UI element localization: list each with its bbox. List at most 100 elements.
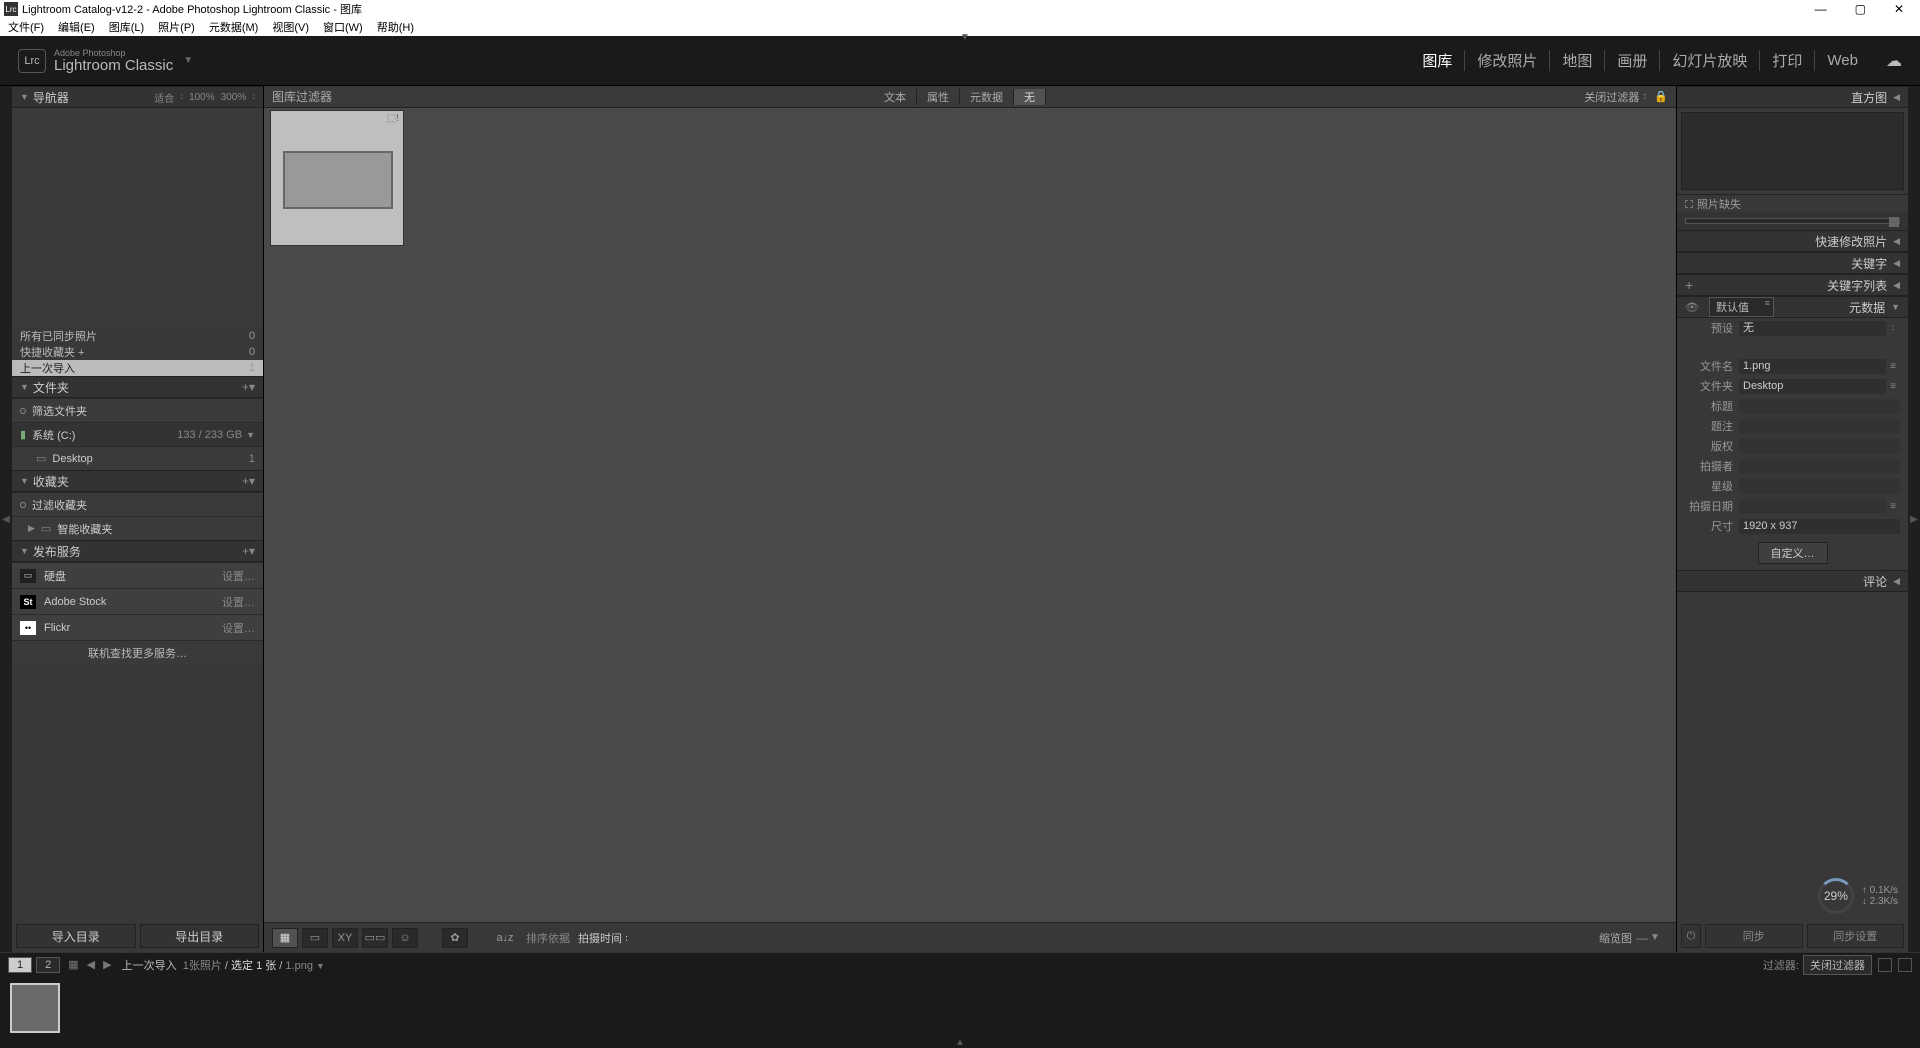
panel-collapse-bottom-icon[interactable]: ▲ xyxy=(0,1040,1920,1048)
module-map[interactable]: 地图 xyxy=(1550,50,1605,71)
folders-header[interactable]: ▼ 文件夹 +▾ xyxy=(12,376,263,398)
menu-library[interactable]: 图库(L) xyxy=(105,19,148,35)
metadata-field-value[interactable] xyxy=(1739,399,1900,414)
module-web[interactable]: Web xyxy=(1815,52,1870,69)
sync-settings-button[interactable]: 同步设置 xyxy=(1807,924,1905,948)
metadata-field-value[interactable]: 1920 x 937 xyxy=(1739,519,1900,534)
menu-help[interactable]: 帮助(H) xyxy=(373,19,418,35)
publish-setup-link[interactable]: 设置… xyxy=(222,568,255,584)
customize-button[interactable]: 自定义… xyxy=(1758,542,1828,564)
navigator-preview[interactable] xyxy=(12,108,263,328)
nav-prev-icon[interactable]: ◀ xyxy=(87,958,95,971)
add-collection-button[interactable]: +▾ xyxy=(242,474,255,488)
filmstrip-filter-options-icon[interactable] xyxy=(1898,958,1912,972)
sort-dropdown[interactable]: 拍摄时间 ꞉ xyxy=(578,930,628,946)
filter-tab-none[interactable]: 无 xyxy=(1014,89,1046,105)
painter-tool-icon[interactable]: ✿ xyxy=(442,928,468,948)
metadata-field-value[interactable]: 1.png xyxy=(1739,359,1886,374)
filmstrip-filter-dropdown[interactable]: 关闭过滤器 xyxy=(1803,955,1872,975)
publish-service-harddrive[interactable]: ▭ 硬盘 设置… xyxy=(12,562,263,588)
add-folder-button[interactable]: +▾ xyxy=(242,380,255,394)
module-library[interactable]: 图库 xyxy=(1410,50,1465,71)
folder-filter-input[interactable]: 筛选文件夹 xyxy=(12,398,263,422)
keyword-list-header[interactable]: + 关键字列表 ◀ xyxy=(1677,274,1908,296)
field-menu-icon[interactable]: ≡ xyxy=(1886,381,1900,392)
window-minimize-button[interactable]: — xyxy=(1815,2,1827,16)
collections-header[interactable]: ▼ 收藏夹 +▾ xyxy=(12,470,263,492)
smart-collections-row[interactable]: ▶ ▭ 智能收藏夹 xyxy=(12,516,263,540)
nav-next-icon[interactable]: ▶ xyxy=(103,958,111,971)
metadata-set-dropdown[interactable]: 默认值 xyxy=(1709,297,1774,317)
left-panel-collapse-icon[interactable]: ◀ xyxy=(0,86,12,952)
publish-service-adobestock[interactable]: St Adobe Stock 设置… xyxy=(12,588,263,614)
metadata-field-value[interactable] xyxy=(1739,479,1900,494)
view-compare-icon[interactable]: XY xyxy=(332,928,358,948)
filter-lock-icon[interactable]: 🔒 xyxy=(1654,90,1668,103)
module-print[interactable]: 打印 xyxy=(1760,50,1815,71)
menu-window[interactable]: 窗口(W) xyxy=(319,19,367,35)
sync-toggle-icon[interactable]: ⏻ xyxy=(1681,924,1701,948)
right-panel-collapse-icon[interactable]: ▶ xyxy=(1908,86,1920,952)
navigator-fit[interactable]: 适合 xyxy=(154,90,174,105)
module-develop[interactable]: 修改照片 xyxy=(1465,50,1550,71)
module-slideshow[interactable]: 幻灯片放映 xyxy=(1660,50,1760,71)
filter-preset-dropdown[interactable]: 关闭过滤器 xyxy=(1584,89,1639,105)
source-breadcrumb[interactable]: 上一次导入 1张照片 / 选定 1 张 / 1.png ▼ xyxy=(122,957,325,973)
thumbnail-cell[interactable]: ⬚! xyxy=(270,110,404,246)
metadata-field-value[interactable] xyxy=(1739,419,1900,434)
metadata-field-value[interactable] xyxy=(1739,459,1900,474)
filter-tab-attribute[interactable]: 属性 xyxy=(917,89,960,105)
menu-photo[interactable]: 照片(P) xyxy=(154,19,199,35)
view-grid-icon[interactable]: ▦ xyxy=(272,928,298,948)
find-more-services-link[interactable]: 联机查找更多服务… xyxy=(12,640,263,664)
quick-develop-header[interactable]: 快速修改照片 ◀ xyxy=(1677,230,1908,252)
histogram-header[interactable]: 直方图 ◀ xyxy=(1677,86,1908,108)
brand-menu-icon[interactable]: ▼ xyxy=(183,55,193,66)
sync-button[interactable]: 同步 xyxy=(1705,924,1803,948)
navigator-300[interactable]: 300% xyxy=(221,92,247,103)
volume-row[interactable]: ▮ 系统 (C:) 133 / 233 GB ▼ xyxy=(12,422,263,446)
filmstrip-filter-flag-icon[interactable] xyxy=(1878,958,1892,972)
photo-missing-row[interactable]: 照片缺失 xyxy=(1677,194,1908,212)
thumbnail-size-slider[interactable]: — xyxy=(1636,931,1646,945)
view-loupe-icon[interactable]: ▭ xyxy=(302,928,328,948)
metadata-field-value[interactable] xyxy=(1739,439,1900,454)
collection-filter-input[interactable]: 过滤收藏夹 xyxy=(12,492,263,516)
add-keyword-icon[interactable]: + xyxy=(1685,277,1693,293)
navigator-header[interactable]: ▼ 导航器 适合꞉ 100% 300%꞉ xyxy=(12,86,263,108)
sync-status[interactable]: 29% ↑ 0.1K/s ↓ 2.3K/s xyxy=(1677,872,1908,920)
catalog-quick-collection[interactable]: 快捷收藏夹 +0 xyxy=(12,344,263,360)
menu-metadata[interactable]: 元数据(M) xyxy=(205,19,263,35)
filter-tab-text[interactable]: 文本 xyxy=(874,89,917,105)
window-maximize-button[interactable]: ▢ xyxy=(1855,2,1866,16)
menu-file[interactable]: 文件(F) xyxy=(4,19,48,35)
field-menu-icon[interactable]: ≡ xyxy=(1886,361,1900,372)
export-catalog-button[interactable]: 导出目录 xyxy=(140,924,260,948)
module-book[interactable]: 画册 xyxy=(1605,50,1660,71)
publish-setup-link[interactable]: 设置… xyxy=(222,594,255,610)
metadata-header[interactable]: 👁 默认值 元数据 ▼ xyxy=(1677,296,1908,318)
window-close-button[interactable]: ✕ xyxy=(1894,2,1904,16)
keywording-header[interactable]: 关键字 ◀ xyxy=(1677,252,1908,274)
add-publish-button[interactable]: +▾ xyxy=(242,544,255,558)
filmstrip-thumbnail[interactable] xyxy=(10,983,60,1033)
publish-service-flickr[interactable]: •• Flickr 设置… xyxy=(12,614,263,640)
histogram-slider[interactable] xyxy=(1677,212,1908,230)
secondary-view-1[interactable]: 1 xyxy=(8,957,32,973)
grid-view[interactable]: ⬚! xyxy=(264,108,1676,922)
publish-header[interactable]: ▼ 发布服务 +▾ xyxy=(12,540,263,562)
metadata-preset-dropdown[interactable]: 无 xyxy=(1739,321,1886,336)
catalog-last-import[interactable]: 上一次导入1 xyxy=(12,360,263,376)
folder-item-desktop[interactable]: ▭ Desktop 1 xyxy=(12,446,263,470)
view-people-icon[interactable]: ☺ xyxy=(392,928,418,948)
menu-view[interactable]: 视图(V) xyxy=(268,19,313,35)
import-catalog-button[interactable]: 导入目录 xyxy=(16,924,136,948)
eye-icon[interactable]: 👁 xyxy=(1685,301,1699,314)
cloud-sync-icon[interactable]: ☁ xyxy=(1886,51,1902,71)
filmstrip[interactable] xyxy=(0,976,1920,1040)
secondary-view-2[interactable]: 2 xyxy=(36,957,60,973)
toolbar-options-icon[interactable]: ▼ xyxy=(1650,932,1668,943)
catalog-synced[interactable]: 所有已同步照片0 xyxy=(12,328,263,344)
view-survey-icon[interactable]: ▭▭ xyxy=(362,928,388,948)
sort-direction-icon[interactable]: a↓z xyxy=(492,928,518,948)
